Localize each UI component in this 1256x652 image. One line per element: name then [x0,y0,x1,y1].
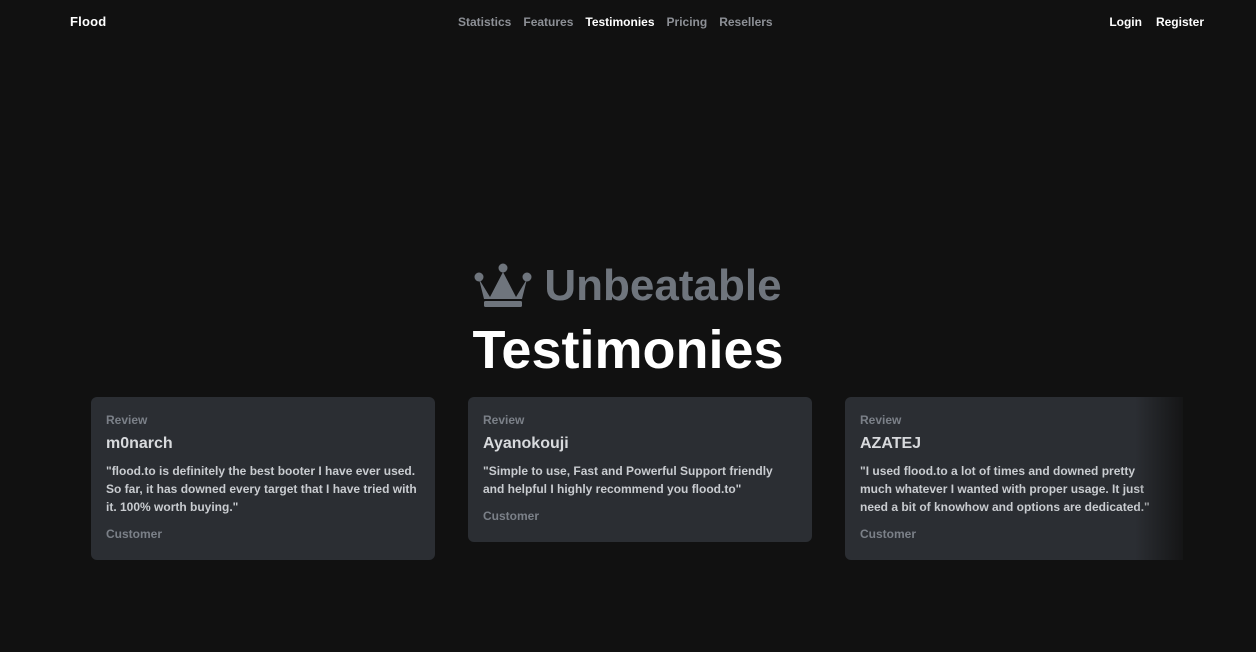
review-label: Review [483,413,525,427]
brand-logo[interactable]: Flood [70,14,106,29]
testimonial-card: Review m0narch "flood.to is definitely t… [91,397,435,560]
testimonial-card: Review Ayanokouji "Simple to use, Fast a… [468,397,812,542]
nav-link-resellers[interactable]: Resellers [719,15,772,29]
review-quote: "flood.to is definitely the best booter … [106,464,417,514]
section-title: Testimonies [472,320,784,380]
page: Flood Statistics Features Testimonies Pr… [0,0,1256,652]
reviewer-role: Customer [860,527,917,541]
nav-link-statistics[interactable]: Statistics [458,15,511,29]
navbar: Flood Statistics Features Testimonies Pr… [0,0,1256,45]
section-eyebrow: Unbeatable [0,260,1256,312]
crown-icon [474,263,532,307]
review-quote: "I used flood.to a lot of times and down… [860,464,1150,514]
login-link[interactable]: Login [1109,15,1142,29]
nav-link-testimonies[interactable]: Testimonies [585,15,654,29]
nav-link-pricing[interactable]: Pricing [667,15,708,29]
review-label: Review [106,413,148,427]
review-label: Review [860,413,902,427]
nav-link-features[interactable]: Features [523,15,573,29]
nav-links: Statistics Features Testimonies Pricing … [458,15,773,29]
testimonial-card: Review AZATEJ "I used flood.to a lot of … [845,397,1183,560]
reviewer-role: Customer [106,527,163,541]
reviewer-name: m0narch [106,435,173,452]
auth-links: Login Register [1109,15,1204,29]
section-eyebrow-text: Unbeatable [544,261,782,310]
reviewer-role: Customer [483,509,540,523]
review-quote: "Simple to use, Fast and Powerful Suppor… [483,464,773,496]
reviewer-name: Ayanokouji [483,435,569,452]
reviewer-name: AZATEJ [860,435,922,452]
register-link[interactable]: Register [1156,15,1204,29]
